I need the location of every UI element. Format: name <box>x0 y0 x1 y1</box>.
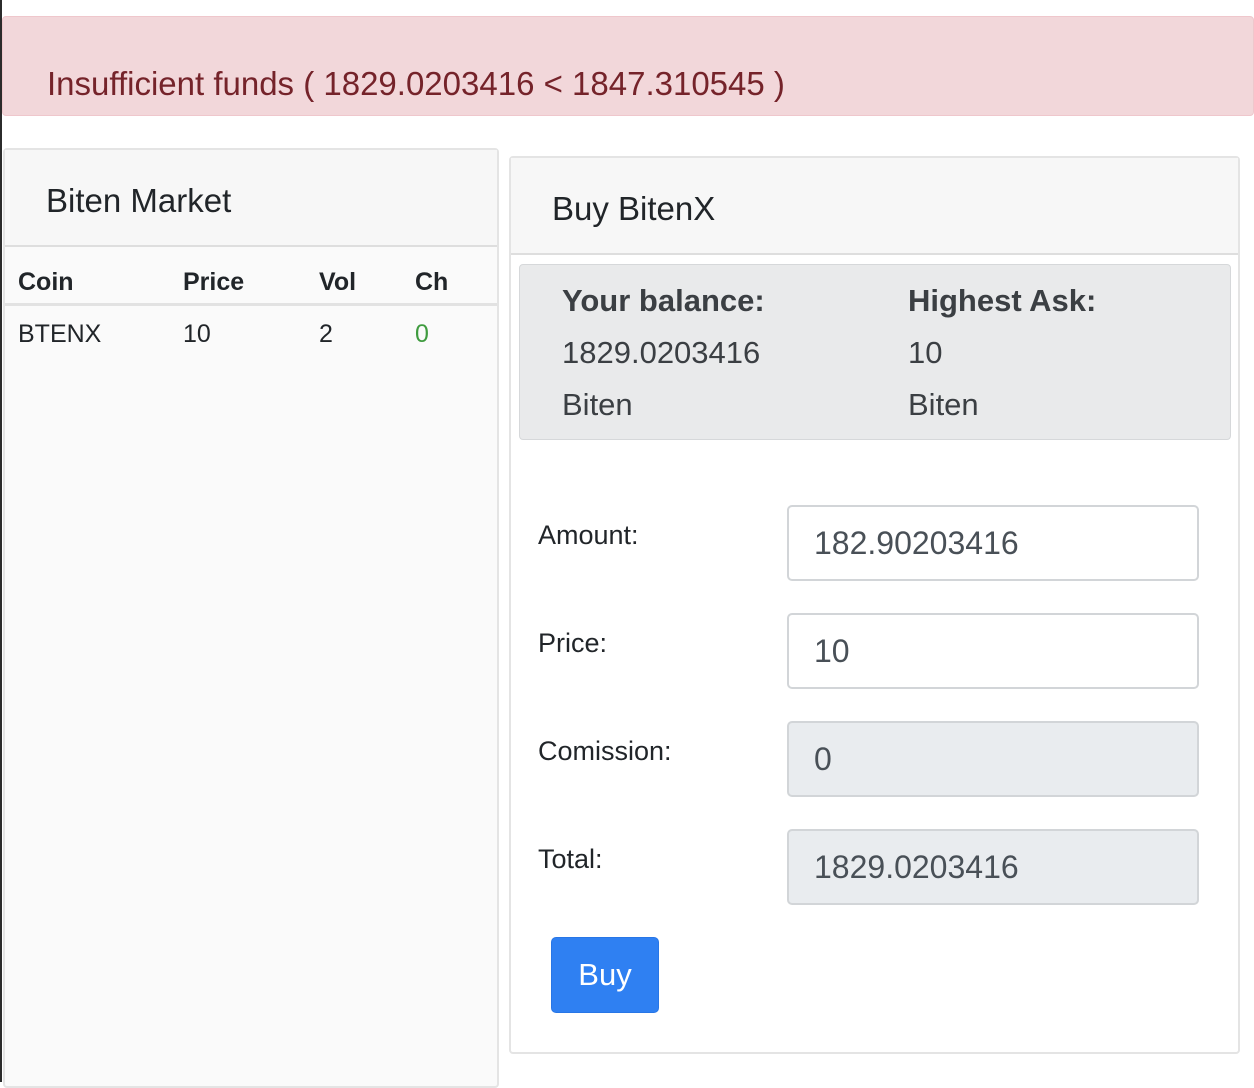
cell-change: 0 <box>415 320 429 348</box>
alert-message: Insufficient funds ( 1829.0203416 < 1847… <box>47 65 785 102</box>
cell-price: 10 <box>183 320 211 348</box>
error-alert: Insufficient funds ( 1829.0203416 < 1847… <box>2 16 1254 116</box>
total-label: Total: <box>538 844 603 874</box>
amount-input[interactable] <box>787 505 1199 581</box>
balance-unit: Biten <box>562 387 633 422</box>
price-input[interactable] <box>787 613 1199 689</box>
balance-summary: Your balance: 1829.0203416 Biten Highest… <box>519 264 1231 440</box>
buy-panel-header: Buy BitenX <box>511 158 1238 255</box>
column-header-coin[interactable]: Coin <box>18 268 74 297</box>
buy-button[interactable]: Buy <box>551 937 659 1013</box>
balance-label: Your balance: <box>562 283 765 318</box>
column-header-ch[interactable]: Ch <box>415 268 448 297</box>
buy-panel: Buy BitenX Your balance: 1829.0203416 Bi… <box>509 156 1240 1054</box>
market-table-header: Coin Price Vol Ch <box>5 254 497 306</box>
commission-field <box>787 721 1199 797</box>
table-row[interactable]: BTENX 10 2 0 <box>5 306 497 360</box>
highest-ask-unit: Biten <box>908 387 979 422</box>
column-header-price[interactable]: Price <box>183 268 244 297</box>
cell-vol: 2 <box>319 320 333 348</box>
commission-label: Comission: <box>538 736 672 766</box>
buy-title: Buy BitenX <box>552 190 716 227</box>
column-header-vol[interactable]: Vol <box>319 268 356 297</box>
market-panel-header: Biten Market <box>5 150 497 247</box>
amount-label: Amount: <box>538 520 639 550</box>
window-edge <box>0 0 2 1082</box>
total-field <box>787 829 1199 905</box>
price-label: Price: <box>538 628 608 658</box>
highest-ask-value: 10 <box>908 335 943 370</box>
highest-ask-label: Highest Ask: <box>908 283 1097 318</box>
market-title: Biten Market <box>46 182 232 219</box>
balance-value: 1829.0203416 <box>562 335 761 370</box>
cell-coin: BTENX <box>18 320 102 348</box>
market-panel: Biten Market Coin Price Vol Ch BTENX 10 … <box>3 148 499 1088</box>
